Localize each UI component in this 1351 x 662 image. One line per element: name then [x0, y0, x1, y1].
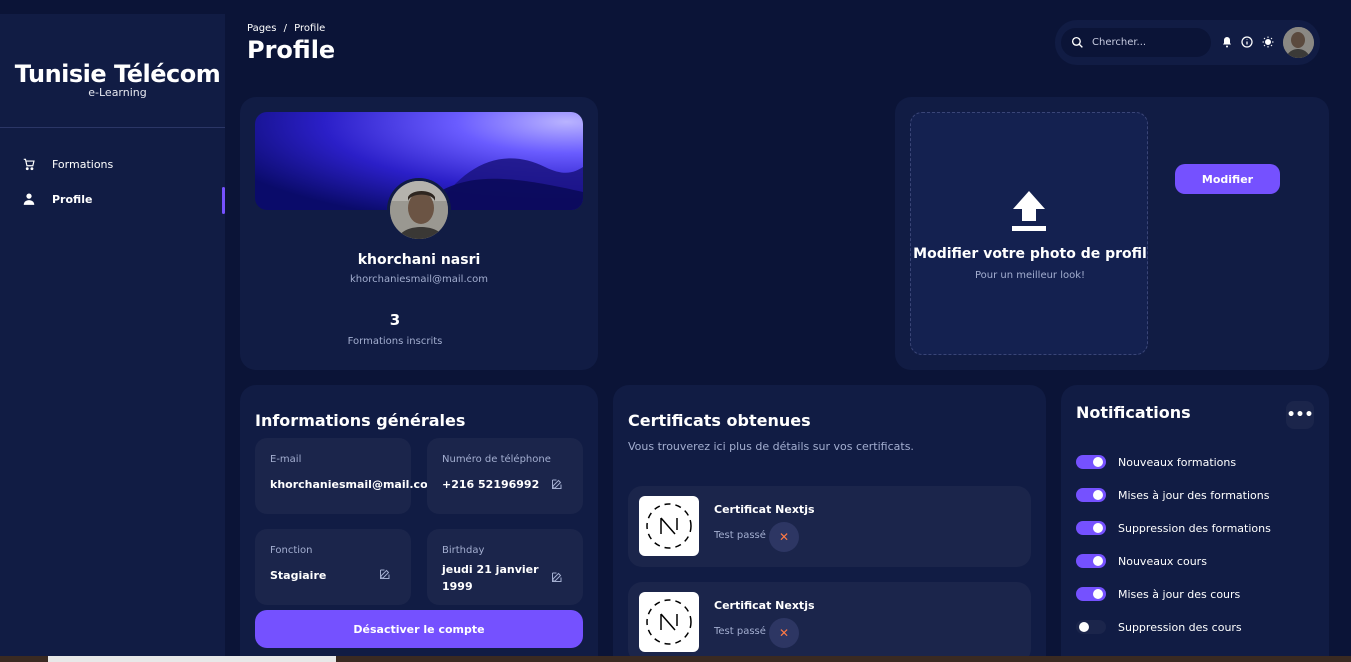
nextjs-logo-icon [646, 503, 692, 549]
profile-email: khorchaniesmail@mail.com [350, 274, 488, 285]
edit-icon[interactable] [379, 568, 391, 580]
test-status-badge: ✕ [769, 522, 799, 552]
certificates-subtitle: Vous trouverez ici plus de détails sur v… [628, 440, 914, 453]
notification-label: Nouveaux cours [1118, 554, 1207, 568]
bell-icon[interactable] [1221, 36, 1233, 48]
avatar-photo [390, 181, 448, 239]
field-label: Numéro de téléphone [442, 454, 551, 465]
formations-count: 3 [389, 311, 401, 329]
field-label: E-mail [270, 454, 302, 465]
page-title: Profile [247, 36, 336, 64]
test-status-badge: ✕ [769, 618, 799, 648]
general-info-card: Informations générales E-mail khorchanie… [240, 385, 598, 662]
certificate-title: Certificat Nextjs [714, 599, 815, 612]
sidebar-item-formations[interactable]: Formations [22, 157, 113, 171]
notifications-card: Notifications ••• Nouveaux formations Mi… [1061, 385, 1329, 662]
notification-label: Mises à jour des cours [1118, 587, 1241, 601]
email-field: E-mail khorchaniesmail@mail.com [255, 438, 439, 514]
notification-setting: Suppression des cours [1076, 620, 1242, 634]
profile-name: khorchani nasri [357, 252, 481, 268]
search-icon [1071, 36, 1083, 48]
brand-name: Tunisie Télécom [14, 60, 221, 88]
notification-toggle[interactable] [1076, 455, 1106, 469]
notification-toggle[interactable] [1076, 521, 1106, 535]
notification-toggle[interactable] [1076, 587, 1106, 601]
info-icon[interactable] [1241, 36, 1253, 48]
notification-toggle[interactable] [1076, 488, 1106, 502]
notification-toggle[interactable] [1076, 554, 1106, 568]
upload-title: Modifier votre photo de profil [913, 246, 1147, 262]
certificate-item[interactable]: Certificat Nextjs Test passé : ✕ [628, 486, 1031, 567]
info-title: Informations générales [255, 411, 466, 430]
notification-label: Nouveaux formations [1118, 455, 1237, 469]
notification-label: Mises à jour des formations [1118, 488, 1270, 502]
sidebar: Tunisie Télécom e-Learning Formations Pr… [0, 14, 225, 662]
certificates-card: Certificats obtenues Vous trouverez ici … [613, 385, 1046, 662]
certificate-item[interactable]: Certificat Nextjs Test passé : ✕ [628, 582, 1031, 662]
sidebar-item-profile[interactable]: Profile [22, 192, 92, 206]
function-field: Fonction Stagiaire [255, 529, 411, 605]
certificate-thumbnail [639, 592, 699, 652]
taskbar-strip [0, 656, 1351, 662]
notification-setting: Mises à jour des cours [1076, 587, 1240, 601]
sidebar-divider [0, 127, 225, 128]
sidebar-item-label: Profile [52, 192, 93, 206]
brand: Tunisie Télécom e-Learning [0, 60, 225, 99]
top-toolbar [1055, 20, 1320, 65]
nextjs-logo-icon [646, 599, 692, 645]
active-indicator [222, 187, 225, 214]
notification-setting: Suppression des formations [1076, 521, 1271, 535]
profile-avatar [387, 178, 451, 242]
deactivate-account-button[interactable]: Désactiver le compte [255, 610, 583, 648]
field-value: khorchaniesmail@mail.com [270, 478, 440, 491]
breadcrumb-current: Profile [294, 23, 326, 34]
notification-setting: Nouveaux formations [1076, 455, 1236, 469]
photo-dropzone[interactable]: Modifier votre photo de profil Pour un m… [910, 112, 1148, 355]
notification-label: Suppression des cours [1118, 620, 1242, 634]
notifications-title: Notifications [1076, 403, 1191, 422]
cart-icon [23, 158, 35, 171]
profile-card: khorchani nasri khorchaniesmail@mail.com… [240, 97, 598, 370]
upload-icon [1012, 191, 1046, 231]
birthday-field: Birthday jeudi 21 janvier 1999 [427, 529, 583, 605]
field-value: jeudi 21 janvier 1999 [442, 563, 539, 593]
modify-button[interactable]: Modifier [1175, 164, 1280, 194]
edit-icon[interactable] [551, 478, 563, 490]
breadcrumb-separator: / [283, 23, 287, 34]
sidebar-item-label: Formations [52, 157, 114, 171]
upload-photo-card: Modifier votre photo de profil Pour un m… [895, 97, 1329, 370]
upload-subtitle: Pour un meilleur look! [974, 270, 1086, 281]
certificate-thumbnail [639, 496, 699, 556]
edit-icon[interactable] [551, 571, 563, 583]
field-value: Stagiaire [270, 569, 327, 582]
formations-count-label: Formations inscrits [347, 336, 443, 347]
breadcrumb-root[interactable]: Pages [247, 23, 276, 34]
sun-icon[interactable] [1262, 36, 1274, 48]
test-passed-label: Test passé : [714, 626, 773, 637]
field-label: Birthday [442, 545, 485, 556]
field-label: Fonction [270, 545, 313, 556]
notification-setting: Mises à jour des formations [1076, 488, 1269, 502]
notification-label: Suppression des formations [1118, 521, 1271, 535]
breadcrumb: Pages / Profile [247, 23, 325, 34]
phone-field: Numéro de téléphone +216 52196992 [427, 438, 583, 514]
avatar-photo [1283, 27, 1314, 58]
search-input[interactable] [1092, 37, 1202, 48]
user-icon [23, 193, 35, 205]
notification-setting: Nouveaux cours [1076, 554, 1207, 568]
certificates-title: Certificats obtenues [628, 411, 811, 430]
more-options-button[interactable]: ••• [1286, 401, 1314, 429]
search-box[interactable] [1061, 28, 1211, 57]
notification-toggle[interactable] [1076, 620, 1106, 634]
field-value: +216 52196992 [442, 478, 540, 491]
avatar[interactable] [1283, 27, 1314, 58]
test-passed-label: Test passé : [714, 530, 773, 541]
certificate-title: Certificat Nextjs [714, 503, 815, 516]
